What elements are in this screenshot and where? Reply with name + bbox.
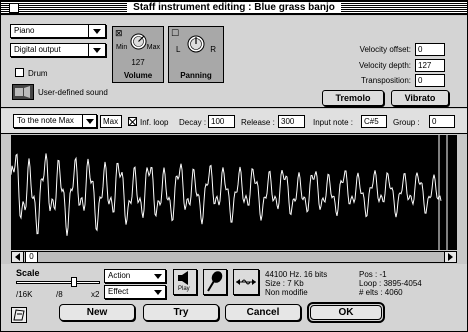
instrument-family-popup[interactable]: Piano [10, 24, 106, 38]
tremolo-button[interactable]: Tremolo [322, 90, 384, 106]
elts-label: # elts : 4060 [359, 288, 403, 297]
new-button[interactable]: New [59, 304, 135, 321]
velocity-offset-label: Velocity offset: [359, 45, 411, 54]
title-bar[interactable]: Staff instrument editing : Blue grass ba… [1, 1, 467, 15]
transposition-label: Transposition: [361, 76, 411, 85]
input-note-field[interactable]: C#5 [361, 115, 387, 128]
output-value: Digital output [14, 45, 61, 54]
speaker-icon [178, 271, 188, 285]
scale-tick-max: x2 [91, 290, 100, 299]
waveform-scrollbar[interactable]: 0 [11, 251, 457, 263]
info-status: Non modifie [265, 288, 308, 297]
output-popup[interactable]: Digital output [10, 43, 106, 57]
info-size: Size : 7 Kb [265, 279, 304, 288]
envelope-max-field[interactable]: Max [100, 115, 122, 128]
velocity-depth-field[interactable]: 127 [415, 59, 445, 72]
vibrato-button[interactable]: Vibrato [391, 90, 449, 106]
try-button[interactable]: Try [143, 304, 219, 321]
volume-close-icon[interactable]: ⊠ [115, 29, 123, 38]
loop-label: Loop : 3895-4054 [359, 279, 422, 288]
volume-min-label: Min [116, 44, 128, 51]
release-field[interactable]: 300 [278, 115, 305, 128]
waveform-line [11, 153, 442, 236]
user-sound-label: User-defined sound [38, 88, 108, 97]
scroll-thumb[interactable]: 0 [25, 252, 38, 262]
info-sample-rate: 44100 Hz. 16 bits [265, 270, 328, 279]
chevron-down-icon [88, 44, 105, 56]
envelope-control-bar: To the note Max Max Inf. loop Decay : 10… [1, 109, 467, 134]
inf-loop-label: Inf. loop [140, 118, 169, 127]
panning-left-label: L [176, 45, 181, 54]
instrument-editor-window: Staff instrument editing : Blue grass ba… [0, 0, 468, 332]
play-label: Play [178, 286, 190, 292]
volume-value: 127 [131, 58, 145, 67]
pos-label: Pos : -1 [359, 270, 387, 279]
envelope-mode-popup[interactable]: To the note Max [13, 114, 97, 128]
scale-slider-thumb[interactable] [71, 277, 77, 287]
play-button[interactable]: Play [173, 269, 197, 295]
panning-title: Panning [180, 71, 212, 80]
group-label: Group : [393, 118, 420, 127]
effect-popup[interactable]: Effect [104, 285, 166, 299]
volume-max-label: Max [146, 44, 160, 51]
chevron-down-icon [82, 115, 96, 127]
transposition-field[interactable]: 0 [415, 74, 445, 87]
effect-value: Effect [108, 287, 129, 296]
chevron-down-icon [151, 286, 165, 298]
action-popup[interactable]: Action [104, 269, 166, 283]
arrow-wave-icon [236, 279, 256, 285]
scale-tick-min: /16K [16, 290, 33, 299]
drum-checkbox[interactable] [15, 68, 24, 77]
instrument-family-value: Piano [14, 26, 35, 35]
volume-knob[interactable] [130, 33, 147, 50]
bottom-panel: Scale /16K /8 x2 Action Effect Play 4410… [1, 264, 467, 331]
group-field[interactable]: 0 [429, 115, 455, 128]
waveform-display[interactable] [11, 135, 457, 250]
velocity-depth-label: Velocity depth: [358, 61, 411, 70]
ok-button[interactable]: OK [307, 302, 385, 323]
record-button[interactable] [203, 269, 227, 295]
velocity-offset-field[interactable]: 0 [415, 43, 445, 56]
scale-slider-track[interactable] [16, 281, 100, 284]
window-title: Staff instrument editing : Blue grass ba… [127, 2, 341, 13]
release-label: Release : [241, 118, 275, 127]
envelope-mode-value: To the note Max [17, 116, 74, 125]
scroll-left-arrow[interactable] [12, 252, 24, 262]
waveform-graph [11, 135, 448, 250]
instrument-settings-panel: Piano Digital output Drum User-defined s… [1, 16, 467, 108]
volume-panel: ⊠ Min Max 127 Volume [112, 26, 164, 83]
input-note-label: Input note : [313, 118, 354, 127]
chevron-down-icon [151, 270, 165, 282]
volume-title: Volume [123, 71, 153, 80]
scale-tick-mid: /8 [56, 290, 63, 299]
panning-close-icon[interactable]: ☐ [171, 29, 179, 38]
waveform-tool-button[interactable] [233, 269, 259, 295]
action-value: Action [108, 271, 131, 280]
cancel-button[interactable]: Cancel [225, 304, 301, 321]
decay-field[interactable]: 100 [208, 115, 235, 128]
ok-button-label: OK [310, 305, 382, 320]
scale-label: Scale [16, 268, 40, 278]
panning-panel: ☐ L R Panning [168, 26, 224, 83]
panning-knob[interactable] [187, 35, 205, 53]
decay-label: Decay : [179, 118, 207, 127]
inf-loop-checkbox[interactable] [128, 117, 137, 126]
microphone-icon [207, 271, 223, 292]
panning-right-label: R [210, 45, 216, 54]
chevron-down-icon [88, 25, 105, 37]
scroll-right-arrow[interactable] [444, 252, 456, 262]
page-icon[interactable] [11, 307, 27, 323]
drum-label: Drum [28, 69, 48, 78]
sound-file-icon[interactable] [12, 84, 34, 100]
